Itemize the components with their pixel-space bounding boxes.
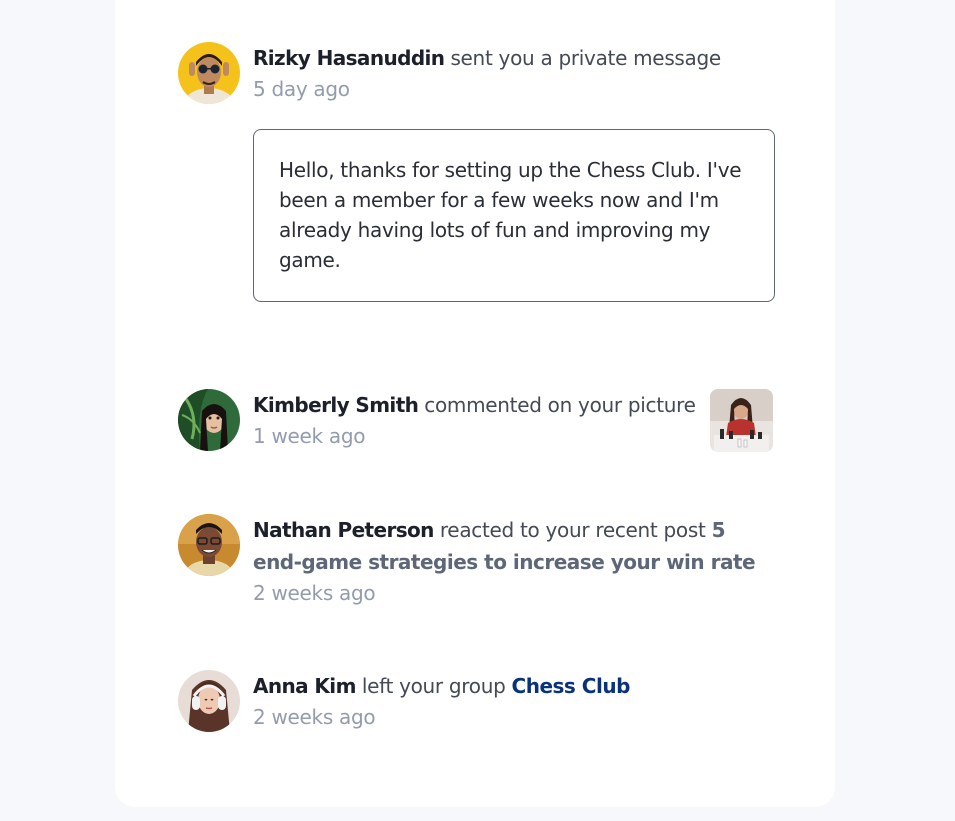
user-name[interactable]: Rizky Hasanuddin [253, 46, 445, 70]
chess-picture-thumbnail-icon[interactable] [710, 389, 773, 452]
notification-time: 2 weeks ago [253, 705, 376, 729]
notification-text: Anna Kim left your group Chess Club 2 wee… [253, 670, 773, 732]
group-link[interactable]: Chess Club [512, 674, 631, 698]
user-name[interactable]: Kimberly Smith [253, 393, 419, 417]
user-name[interactable]: Nathan Peterson [253, 518, 434, 542]
avatar-kimberly-icon[interactable] [178, 389, 240, 451]
notification-time: 2 weeks ago [253, 581, 376, 605]
notification-action: commented on your picture [424, 393, 696, 417]
private-message-text: Hello, thanks for setting up the Chess C… [279, 158, 742, 272]
notification-time: 1 week ago [253, 424, 366, 448]
notification-action: reacted to your recent post [439, 518, 706, 542]
notification-action: left your group [361, 674, 506, 698]
notification-text: Kimberly Smith commented on your picture … [253, 389, 773, 451]
avatar-rizky-icon[interactable] [178, 42, 240, 104]
notification-action: sent you a private message [450, 46, 721, 70]
avatar-anna-icon[interactable] [178, 670, 240, 732]
notification-text: Nathan Peterson reacted to your recent po… [253, 514, 773, 608]
user-name[interactable]: Anna Kim [253, 674, 356, 698]
notification-text: Rizky Hasanuddin sent you a private messa… [253, 42, 773, 104]
notification-time: 5 day ago [253, 77, 350, 101]
avatar-nathan-icon[interactable] [178, 514, 240, 576]
private-message-box[interactable]: Hello, thanks for setting up the Chess C… [253, 129, 775, 302]
